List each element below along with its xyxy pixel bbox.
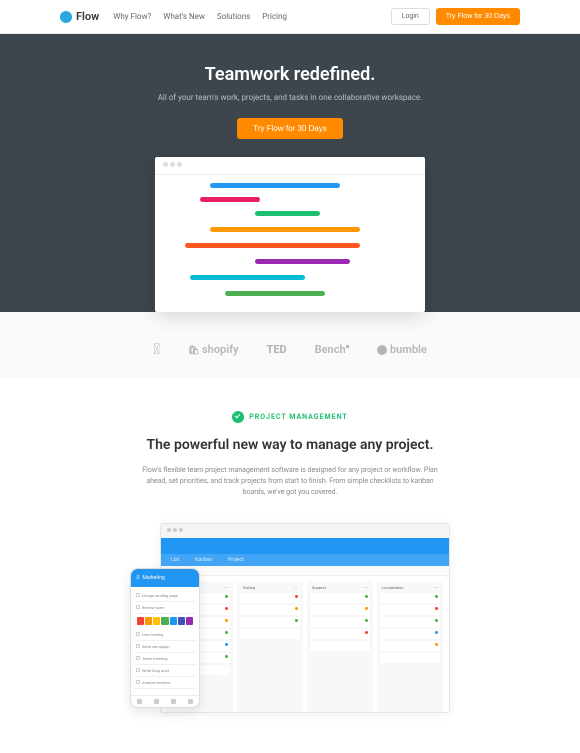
app-window: List Kanban Project Content⋯ Tes — [160, 523, 450, 713]
app-tab: List — [171, 557, 179, 563]
phone-task-item: User testing — [134, 629, 196, 641]
bench-logo: Bench■ — [315, 343, 350, 356]
window-controls — [167, 528, 183, 532]
phone-task-item: Write blog post — [134, 665, 196, 677]
kanban-card — [380, 653, 440, 663]
logos-section:  🛍 shopify TED Bench■ bumble — [0, 312, 580, 378]
app-toolbar — [161, 538, 449, 554]
kanban-column: Localization⋯ — [377, 582, 443, 713]
kanban-card — [310, 593, 370, 603]
kanban-card — [380, 617, 440, 627]
tab-icon — [171, 699, 176, 704]
apple-logo-icon:  — [153, 340, 160, 358]
phone-task-item: Analyze metrics — [134, 677, 196, 689]
phone-task-item: Send campaign — [134, 641, 196, 653]
pm-section: PROJECT MANAGEMENT The powerful new way … — [0, 378, 580, 753]
app-tab: Project — [228, 557, 244, 563]
tab-icon — [188, 699, 193, 704]
kanban-card — [310, 629, 370, 639]
shopify-logo: 🛍 shopify — [188, 343, 239, 356]
phone-title: Marketing — [143, 575, 165, 581]
kanban-card — [240, 617, 300, 627]
phone-task-item: Design landing page — [134, 590, 196, 602]
checkbox-icon — [136, 680, 140, 684]
kanban-col-title: Support⋯ — [310, 585, 370, 590]
logo-text: Flow — [76, 10, 99, 23]
checkbox-icon — [136, 593, 140, 597]
kanban-card — [380, 593, 440, 603]
kanban-column: Testing⋯ — [237, 582, 303, 713]
bumble-logo: bumble — [377, 343, 427, 356]
section-title: The powerful new way to manage any proje… — [0, 437, 580, 453]
kanban-card — [380, 641, 440, 651]
kanban-card — [310, 605, 370, 615]
main-nav: Why Flow? What's New Solutions Pricing — [113, 12, 287, 21]
kanban-column: Support⋯ — [307, 582, 373, 713]
phone-mockup: ≡ Marketing Design landing page Review s… — [130, 568, 200, 708]
phone-task-item: Team meeting — [134, 653, 196, 665]
main-header: Flow Why Flow? What's New Solutions Pric… — [0, 0, 580, 34]
kanban-card — [240, 629, 300, 639]
gantt-header — [155, 157, 425, 175]
kanban-card — [240, 605, 300, 615]
section-tag: PROJECT MANAGEMENT — [232, 411, 348, 423]
gantt-bar — [200, 197, 260, 202]
checkbox-icon — [136, 668, 140, 672]
ted-logo: TED — [266, 343, 286, 356]
tab-icon — [154, 699, 159, 704]
checkbox-icon — [136, 605, 140, 609]
app-tab: Kanban — [195, 557, 212, 563]
checkbox-icon — [136, 644, 140, 648]
app-preview: List Kanban Project Content⋯ Tes — [130, 523, 450, 723]
phone-task-item: Review spec — [134, 602, 196, 614]
checkbox-icon — [136, 656, 140, 660]
kanban-card — [380, 605, 440, 615]
kanban-card — [240, 593, 300, 603]
kanban-board: Content⋯ Testing⋯ — [161, 576, 449, 713]
kanban-card — [310, 617, 370, 627]
logo[interactable]: Flow — [60, 10, 99, 23]
phone-header: ≡ Marketing — [131, 569, 199, 587]
gantt-chart — [155, 175, 425, 312]
app-subheader — [161, 566, 449, 576]
nav-pricing[interactable]: Pricing — [262, 12, 287, 21]
tag-text: PROJECT MANAGEMENT — [249, 413, 348, 421]
header-left: Flow Why Flow? What's New Solutions Pric… — [60, 10, 287, 23]
nav-why[interactable]: Why Flow? — [113, 12, 151, 21]
login-button[interactable]: Login — [391, 8, 430, 25]
header-cta-button[interactable]: Try Flow for 30 Days — [436, 8, 520, 25]
gantt-bar — [225, 291, 325, 296]
hero-subtitle: All of your team's work, projects, and t… — [0, 93, 580, 102]
kanban-card — [380, 629, 440, 639]
phone-task-list: Design landing page Review spec User tes… — [131, 587, 199, 692]
phone-tabbar — [131, 695, 199, 707]
gantt-bar — [185, 243, 360, 248]
kanban-card — [310, 641, 370, 651]
app-titlebar — [161, 524, 449, 538]
hamburger-icon: ≡ — [136, 574, 140, 581]
checkmark-icon — [232, 411, 244, 423]
gantt-bar — [190, 275, 305, 280]
section-desc: Flow's flexible team project management … — [140, 465, 440, 499]
window-controls — [163, 162, 182, 167]
gantt-bar — [210, 227, 360, 232]
hero-section: Teamwork redefined. All of your team's w… — [0, 34, 580, 312]
kanban-col-title: Localization⋯ — [380, 585, 440, 590]
app-tabs: List Kanban Project — [161, 554, 449, 566]
hero-screenshot — [155, 157, 425, 312]
kanban-col-title: Testing⋯ — [240, 585, 300, 590]
gantt-bar — [255, 259, 350, 264]
tab-icon — [137, 699, 142, 704]
hero-title: Teamwork redefined. — [0, 64, 580, 85]
header-right: Login Try Flow for 30 Days — [391, 8, 520, 25]
logos-row:  🛍 shopify TED Bench■ bumble — [0, 340, 580, 358]
hero-cta-button[interactable]: Try Flow for 30 Days — [237, 118, 343, 139]
nav-solutions[interactable]: Solutions — [217, 12, 250, 21]
nav-whatsnew[interactable]: What's New — [163, 12, 205, 21]
gantt-bar — [210, 183, 340, 188]
logo-icon — [60, 11, 72, 23]
phone-calendar — [134, 614, 196, 629]
gantt-bar — [255, 211, 320, 216]
checkbox-icon — [136, 632, 140, 636]
